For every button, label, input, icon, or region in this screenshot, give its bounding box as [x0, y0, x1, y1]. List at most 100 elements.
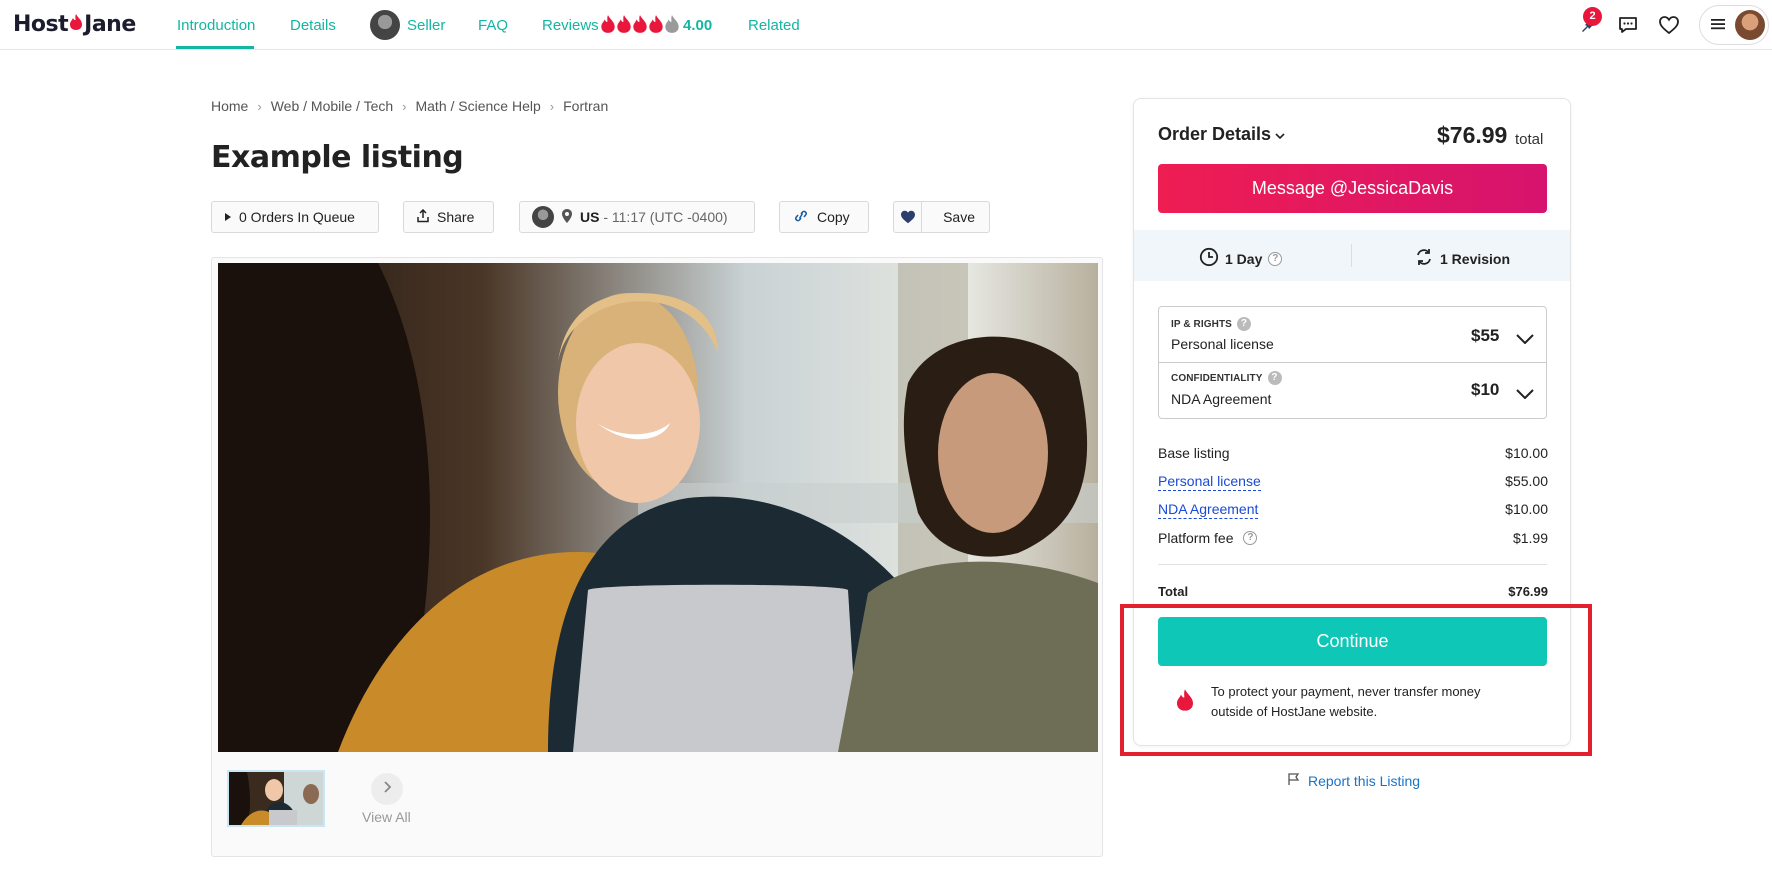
chevron-right-icon: › — [549, 98, 555, 114]
hostjane-logo[interactable]: Host Jane — [13, 12, 136, 37]
logo-text-host: Host — [13, 12, 69, 37]
price-line-amount: $10.00 — [1505, 445, 1548, 461]
delivery-info-bar: 1 Day ? 1 Revision — [1134, 230, 1570, 281]
help-icon[interactable]: ? — [1267, 371, 1282, 385]
chevron-down-icon — [1516, 331, 1534, 349]
messages-icon[interactable] — [1617, 14, 1639, 41]
breadcrumb-web-mobile-tech[interactable]: Web / Mobile / Tech — [271, 98, 393, 114]
refresh-icon — [1414, 247, 1434, 270]
ip-rights-heading: IP & RIGHTS ? — [1171, 317, 1251, 331]
ip-rights-selector[interactable]: IP & RIGHTS ? Personal license $55 — [1159, 307, 1546, 361]
orders-in-queue-label: 0 Orders In Queue — [239, 209, 355, 225]
top-navigation: Host Jane Introduction Details Seller FA… — [0, 0, 1772, 50]
rating-flames — [600, 14, 680, 34]
chevron-down-icon — [1516, 386, 1534, 404]
order-total-suffix: total — [1515, 131, 1544, 148]
ip-rights-value: Personal license — [1171, 336, 1274, 352]
flame-icon — [1175, 688, 1195, 717]
confidentiality-price: $10 — [1471, 380, 1500, 399]
help-icon[interactable]: ? — [1268, 251, 1283, 266]
play-triangle-icon — [224, 209, 232, 225]
nav-tab-seller[interactable]: Seller — [407, 17, 445, 34]
orders-in-queue-button[interactable]: 0 Orders In Queue — [211, 201, 379, 233]
logo-text-jane: Jane — [84, 12, 136, 37]
favorites-heart-icon[interactable] — [1658, 14, 1680, 41]
breadcrumb: Home › Web / Mobile / Tech › Math / Scie… — [211, 98, 608, 114]
thumbnail-1[interactable] — [227, 770, 325, 827]
nav-tab-introduction[interactable]: Introduction — [177, 17, 255, 34]
order-details-title: Order Details — [1158, 124, 1272, 144]
chevron-down-icon — [1275, 124, 1285, 145]
view-all-link[interactable]: View All — [362, 809, 411, 825]
summary-divider — [1158, 564, 1547, 565]
country-code: US — [580, 209, 600, 225]
delivery-days-label: 1 Day — [1225, 250, 1263, 267]
page-title: Example listing — [211, 140, 464, 175]
chevron-right-icon: › — [257, 98, 262, 114]
nav-tab-reviews[interactable]: Reviews — [542, 17, 599, 34]
nda-agreement-link[interactable]: NDA Agreement — [1158, 501, 1259, 519]
clock-icon — [1199, 247, 1219, 270]
help-icon[interactable]: ? — [1243, 531, 1258, 545]
flame-rating-icon — [617, 15, 631, 33]
active-tab-indicator — [176, 46, 254, 49]
flame-rating-empty-icon — [665, 15, 679, 33]
report-listing-link[interactable]: Report this Listing — [1287, 772, 1420, 789]
payment-protection-notice: To protect your payment, never transfer … — [1211, 684, 1481, 719]
order-details-toggle[interactable]: Order Details — [1158, 124, 1285, 145]
revisions-info: 1 Revision — [1414, 247, 1510, 270]
heart-filled-icon — [894, 202, 923, 232]
nav-tab-faq[interactable]: FAQ — [478, 17, 508, 34]
report-listing-label: Report this Listing — [1308, 772, 1421, 789]
flame-rating-icon — [649, 15, 663, 33]
user-avatar[interactable] — [1735, 10, 1765, 40]
delivery-divider — [1351, 244, 1352, 267]
price-line-label: Base listing — [1158, 445, 1230, 461]
delivery-time: 1 Day ? — [1199, 247, 1283, 270]
confidentiality-label: CONFIDENTIALITY — [1171, 372, 1263, 384]
share-upload-icon — [416, 208, 430, 226]
flame-rating-icon — [601, 15, 615, 33]
save-label: Save — [943, 209, 975, 225]
local-time: - 11:17 (UTC -0400) — [603, 209, 728, 225]
platform-fee-row: Platform fee ? — [1158, 530, 1258, 546]
nav-tab-details[interactable]: Details — [290, 17, 336, 34]
confidentiality-selector[interactable]: CONFIDENTIALITY ? NDA Agreement $10 — [1159, 362, 1546, 418]
price-line-amount: $1.99 — [1512, 530, 1548, 546]
price-line-amount: $10.00 — [1505, 501, 1548, 517]
notification-count-badge: 2 — [1583, 7, 1602, 26]
continue-button[interactable]: Continue — [1158, 617, 1547, 666]
help-icon[interactable]: ? — [1236, 317, 1251, 331]
gallery-next-button[interactable] — [371, 773, 403, 805]
copy-link-button[interactable]: Copy — [779, 201, 869, 233]
confidentiality-heading: CONFIDENTIALITY ? — [1171, 371, 1282, 385]
share-button[interactable]: Share — [403, 201, 494, 233]
nav-tab-related[interactable]: Related — [748, 17, 800, 34]
copy-label: Copy — [817, 209, 850, 225]
hamburger-menu-icon[interactable] — [1710, 16, 1726, 37]
save-button[interactable]: Save — [893, 201, 990, 233]
total-amount: $76.99 — [1508, 584, 1548, 599]
personal-license-link[interactable]: Personal license — [1158, 473, 1261, 491]
revisions-label: 1 Revision — [1440, 250, 1511, 267]
breadcrumb-math-science[interactable]: Math / Science Help — [415, 98, 540, 114]
breadcrumb-fortran[interactable]: Fortran — [563, 98, 608, 114]
seller-avatar[interactable] — [370, 10, 400, 40]
location-time-pill[interactable]: US - 11:17 (UTC -0400) — [519, 201, 755, 233]
chevron-right-icon — [382, 780, 392, 798]
chevron-right-icon: › — [402, 98, 407, 114]
link-icon — [792, 209, 810, 226]
location-pin-icon — [561, 208, 573, 227]
breadcrumb-home[interactable]: Home — [211, 98, 248, 114]
rating-score: 4.00 — [683, 17, 713, 34]
total-label: Total — [1158, 584, 1189, 599]
flag-icon — [1287, 772, 1301, 789]
platform-fee-label: Platform fee — [1158, 530, 1234, 546]
share-label: Share — [437, 209, 475, 225]
message-seller-button[interactable]: Message @JessicaDavis — [1158, 164, 1547, 213]
seller-mini-avatar — [532, 206, 554, 228]
confidentiality-value: NDA Agreement — [1171, 391, 1272, 407]
listing-main-photo[interactable] — [218, 263, 1098, 752]
flame-rating-icon — [633, 15, 647, 33]
ip-rights-label: IP & RIGHTS — [1171, 318, 1232, 330]
